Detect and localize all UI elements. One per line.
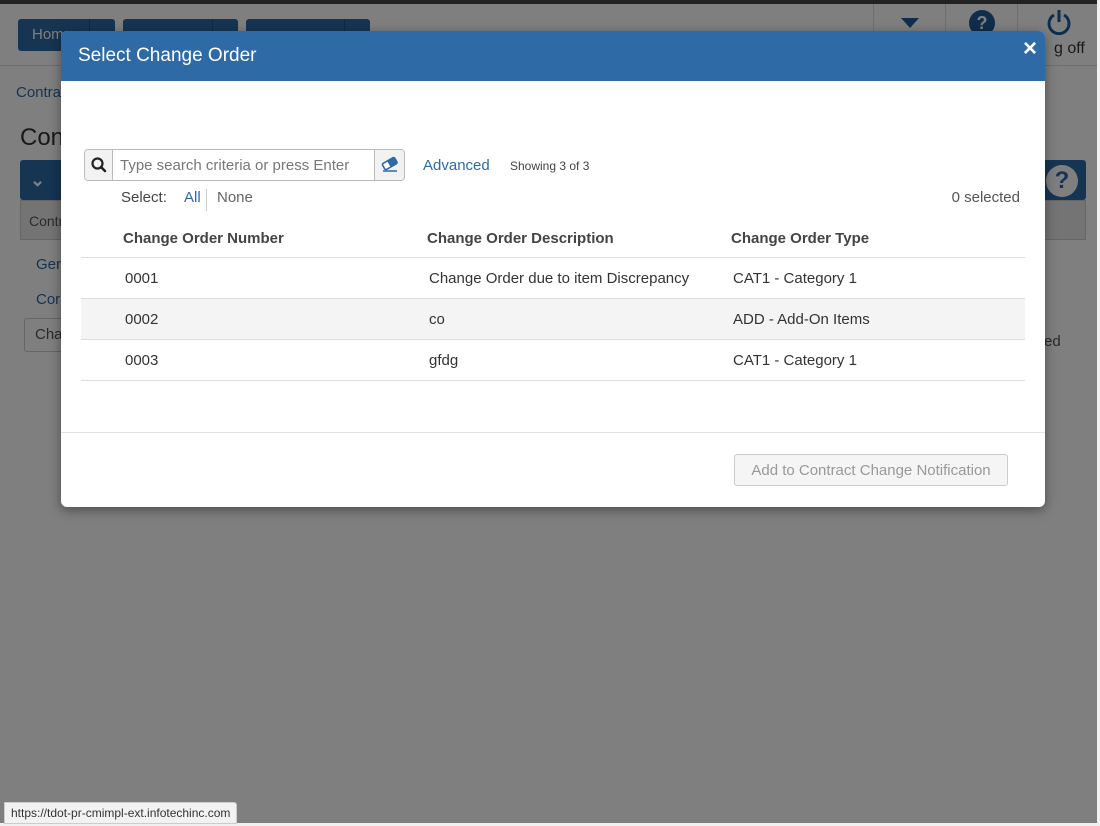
table-row[interactable]: 0003 gfdg CAT1 - Category 1 bbox=[81, 340, 1025, 381]
add-to-contract-change-notification-button[interactable]: Add to Contract Change Notification bbox=[734, 454, 1008, 486]
selected-count: 0 selected bbox=[951, 189, 1020, 206]
row-number: 0001 bbox=[125, 270, 159, 287]
row-description: gfdg bbox=[429, 352, 459, 369]
search-icon bbox=[91, 157, 107, 173]
close-icon[interactable]: × bbox=[1023, 37, 1037, 61]
row-description: co bbox=[429, 311, 445, 328]
select-all-link[interactable]: All bbox=[184, 189, 201, 206]
advanced-search-link[interactable]: Advanced bbox=[423, 157, 490, 174]
select-change-order-modal: Select Change Order × Advanced Showing 3… bbox=[61, 31, 1045, 507]
row-type: ADD - Add-On Items bbox=[733, 311, 870, 328]
search-input[interactable] bbox=[113, 150, 375, 180]
browser-status-bar: https://tdot-pr-cmimpl-ext.infotechinc.c… bbox=[4, 802, 238, 824]
row-number: 0003 bbox=[125, 352, 159, 369]
row-number: 0002 bbox=[125, 311, 159, 328]
modal-header: Select Change Order × bbox=[61, 31, 1045, 81]
column-header-number[interactable]: Change Order Number bbox=[123, 230, 284, 247]
search-box bbox=[84, 149, 405, 181]
column-header-type[interactable]: Change Order Type bbox=[731, 230, 869, 247]
row-type: CAT1 - Category 1 bbox=[733, 270, 857, 287]
table-row[interactable]: 0001 Change Order due to item Discrepanc… bbox=[81, 258, 1025, 299]
select-none-link[interactable]: None bbox=[217, 189, 253, 206]
column-header-description[interactable]: Change Order Description bbox=[427, 230, 614, 247]
table-row[interactable]: 0002 co ADD - Add-On Items bbox=[81, 299, 1025, 340]
showing-count: Showing 3 of 3 bbox=[510, 159, 590, 173]
grid-header: Change Order Number Change Order Descrip… bbox=[81, 218, 1025, 258]
row-type: CAT1 - Category 1 bbox=[733, 352, 857, 369]
select-label: Select: bbox=[121, 189, 167, 206]
modal-title: Select Change Order bbox=[78, 45, 257, 66]
clear-search-button[interactable] bbox=[374, 150, 404, 180]
modal-footer-divider bbox=[61, 432, 1045, 433]
search-addon bbox=[85, 150, 113, 180]
row-description: Change Order due to item Discrepancy bbox=[429, 270, 690, 287]
select-divider bbox=[206, 189, 207, 211]
eraser-icon bbox=[381, 156, 398, 172]
change-order-grid: Change Order Number Change Order Descrip… bbox=[81, 218, 1025, 381]
